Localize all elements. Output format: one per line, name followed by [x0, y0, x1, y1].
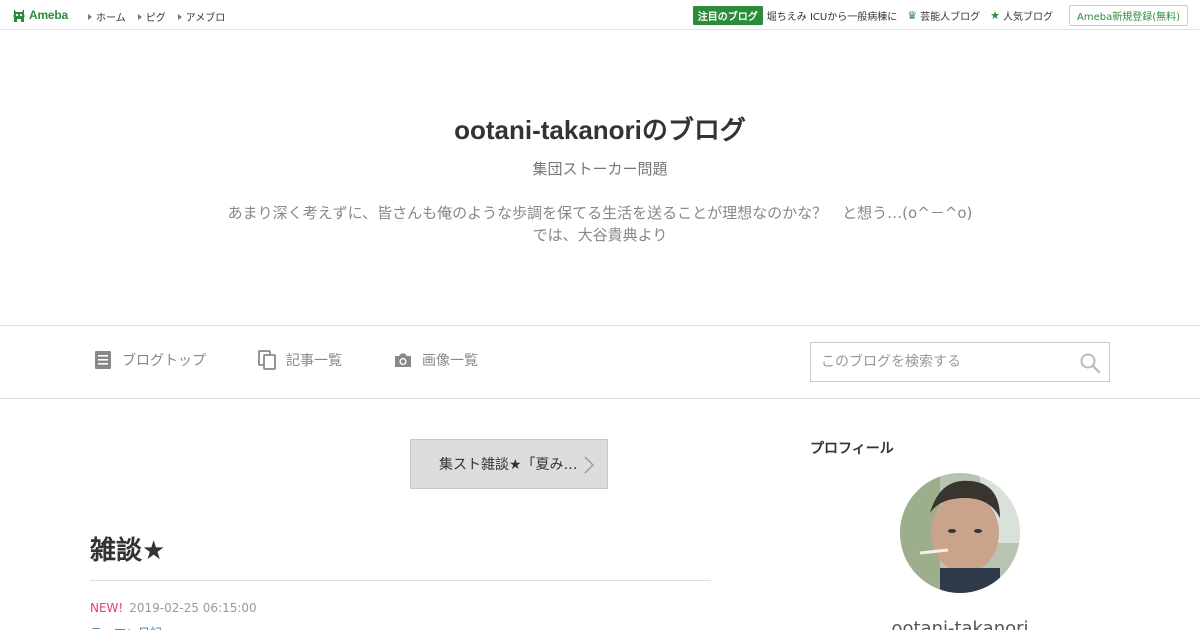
- global-header: Ameba ホーム ピグ アメブロ 注目のブログ 堀ちえみ ICUから一般病棟に…: [0, 0, 1200, 30]
- new-badge: NEW!: [90, 601, 124, 615]
- signup-button[interactable]: Ameba新規登録(無料): [1068, 4, 1188, 26]
- nav-pigg-link[interactable]: ピグ: [137, 9, 166, 24]
- entry-meta: NEW! 2019-02-25 06:15:00: [90, 601, 257, 615]
- avatar[interactable]: [900, 473, 1020, 593]
- entry-theme-link[interactable]: テーマ：日記: [90, 624, 162, 630]
- ameba-logo[interactable]: Ameba: [12, 7, 68, 23]
- logo-text: Ameba: [29, 8, 69, 22]
- copy-icon: [258, 350, 276, 370]
- blog-description-line1: あまり深く考えずに、皆さんも俺のような歩調を保てる生活を送ることが理想なのかな？…: [227, 204, 973, 222]
- profile-heading: プロフィール: [810, 441, 894, 457]
- blog-header: ootani-takanoriのブログ 集団ストーカー問題 あまり深く考えずに、…: [0, 30, 1200, 325]
- divider: [90, 580, 711, 581]
- profile-name[interactable]: ootani-takanori: [810, 618, 1110, 630]
- entry-date: 2019-02-25 06:15:00: [129, 601, 257, 615]
- nav-entry-list-label: 記事一覧: [286, 353, 342, 369]
- nav-ameblo-link[interactable]: アメブロ: [177, 9, 226, 24]
- nav-blog-top-label: ブログトップ: [122, 353, 206, 369]
- blog-title[interactable]: ootani-takanoriのブログ: [0, 110, 1200, 147]
- prev-entry-label: 集スト雑談★「夏み…: [439, 457, 578, 473]
- blog-nav: ブログトップ 記事一覧 画像一覧: [0, 325, 1200, 399]
- popular-blog-label: 人気ブログ: [1002, 11, 1053, 23]
- prev-entry-button[interactable]: 集スト雑談★「夏み…: [410, 439, 608, 489]
- nav-pigg-label: ピグ: [145, 13, 166, 24]
- nav-image-list-label: 画像一覧: [422, 353, 478, 369]
- star-icon: ★: [990, 8, 1000, 22]
- focus-blog-link[interactable]: 堀ちえみ ICUから一般病棟に: [767, 8, 897, 23]
- entry-title[interactable]: 雑談★: [90, 530, 165, 567]
- blog-description-line2: では、大谷貴典より: [532, 226, 668, 244]
- search-icon[interactable]: [1079, 352, 1101, 374]
- nav-ameblo-label: アメブロ: [185, 13, 226, 24]
- nav-home-label: ホーム: [96, 13, 126, 24]
- nav-blog-top[interactable]: ブログトップ: [94, 350, 206, 370]
- document-icon: [95, 351, 111, 369]
- nav-image-list[interactable]: 画像一覧: [394, 350, 478, 370]
- nav-home-link[interactable]: ホーム: [88, 9, 126, 24]
- triangle-right-icon: [137, 13, 142, 20]
- topbar-right: 注目のブログ 堀ちえみ ICUから一般病棟に ♛ 芸能人ブログ ★ 人気ブログ Am…: [692, 4, 1188, 26]
- focus-blog-badge: 注目のブログ: [692, 5, 763, 25]
- nav-entry-list[interactable]: 記事一覧: [258, 350, 342, 370]
- celebrity-blog-link[interactable]: ♛ 芸能人ブログ: [907, 8, 980, 23]
- blog-description: あまり深く考えずに、皆さんも俺のような歩調を保てる生活を送ることが理想なのかな？…: [150, 202, 1050, 246]
- global-nav: ホーム ピグ アメブロ: [88, 9, 225, 24]
- triangle-right-icon: [177, 13, 182, 20]
- blog-search-box: [810, 342, 1110, 382]
- celebrity-blog-label: 芸能人ブログ: [920, 11, 981, 23]
- avatar-photo: [900, 473, 1020, 593]
- blog-subtitle: 集団ストーカー問題: [532, 160, 668, 178]
- camera-icon: [395, 353, 411, 367]
- popular-blog-link[interactable]: ★ 人気ブログ: [990, 8, 1053, 23]
- triangle-right-icon: [88, 13, 92, 20]
- blog-search-input[interactable]: [811, 343, 1071, 381]
- crown-icon: ♛: [907, 8, 918, 22]
- chevron-right-icon: [584, 456, 594, 474]
- ameba-mascot-icon: [13, 9, 25, 22]
